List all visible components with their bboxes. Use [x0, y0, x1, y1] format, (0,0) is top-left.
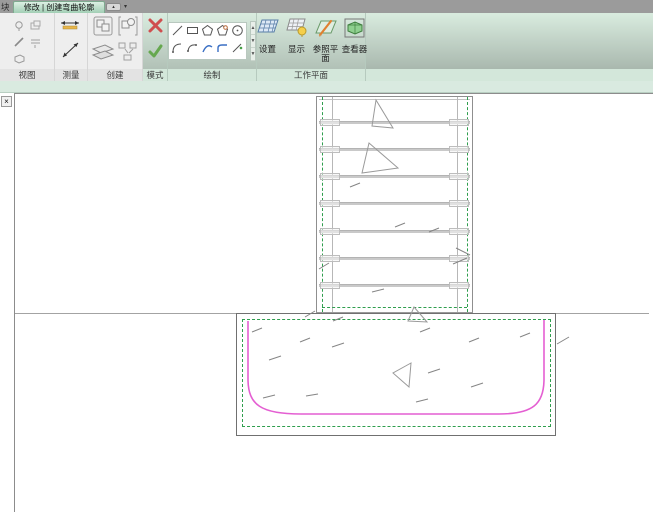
ribbon-tab-bar: 块 修改 | 创建弯曲轮廓 ▴ ▾ — [0, 0, 653, 13]
floor-band — [319, 284, 470, 287]
draw-fillet-arc-icon[interactable] — [216, 41, 229, 59]
ribbon: 视图 测量 — [0, 13, 653, 81]
drawing-canvas[interactable] — [14, 93, 653, 512]
draw-circle-icon[interactable] — [231, 24, 244, 42]
create-parts-icon[interactable] — [91, 41, 115, 68]
canvas-left-strip: × — [0, 93, 14, 518]
linework-pencil-icon[interactable] — [13, 36, 26, 47]
floor-band — [319, 121, 470, 124]
panel-label-draw: 绘制 — [168, 69, 256, 81]
create-similar-icon[interactable] — [117, 15, 139, 42]
reference-plane-icon — [314, 17, 338, 44]
cancel-sketch-icon[interactable] — [147, 17, 164, 39]
panel-label-measure: 测量 — [55, 69, 87, 81]
draw-tools-gallery — [168, 22, 247, 60]
panel-view: 视图 — [0, 13, 55, 81]
workplane-viewer-label: 查看器 — [342, 45, 368, 54]
draw-circumscribed-polygon-icon[interactable] — [216, 24, 229, 42]
panel-mode: 模式 — [143, 13, 168, 81]
draw-center-ends-arc-icon[interactable] — [186, 41, 199, 59]
set-workplane-icon — [256, 17, 280, 44]
workplane-refplane-label: 参照平面 — [313, 45, 339, 64]
draw-inscribed-polygon-icon[interactable] — [201, 24, 214, 42]
close-view-button[interactable]: × — [1, 96, 12, 107]
panel-measure: 测量 — [55, 13, 88, 81]
floor-band — [319, 148, 470, 151]
draw-tangent-arc-icon[interactable] — [201, 41, 214, 59]
hide-elements-icon[interactable] — [29, 20, 42, 31]
floor-band — [319, 175, 470, 178]
panel-draw: ▲ ▼ ▼ 绘制 — [168, 13, 257, 81]
create-group-icon[interactable] — [92, 15, 114, 42]
tab-modify-create-profile[interactable]: 修改 | 创建弯曲轮廓 — [13, 1, 105, 13]
workplane-show-button[interactable]: 显示 — [284, 17, 310, 54]
workplane-viewer-button[interactable]: 查看器 — [342, 17, 368, 54]
lightbulb-icon[interactable] — [13, 20, 26, 31]
create-assembly-icon[interactable] — [116, 41, 140, 68]
floor-band — [319, 257, 470, 260]
viewer-icon — [343, 17, 367, 44]
app-window: 块 修改 | 创建弯曲轮廓 ▴ ▾ — [0, 0, 653, 518]
panel-label-workplane: 工作平面 — [257, 69, 365, 81]
sketch-tick — [557, 337, 569, 344]
aligned-dimension-icon[interactable] — [59, 18, 83, 36]
floor-band — [319, 230, 470, 233]
panel-label-create: 创建 — [88, 69, 142, 81]
elevation-view-shape — [316, 96, 473, 313]
workplane-set-button[interactable]: 设置 — [255, 17, 281, 54]
profile-sketch-rect — [236, 313, 556, 436]
draw-rectangle-icon[interactable] — [186, 24, 199, 42]
ribbon-empty-area — [366, 13, 653, 81]
workplane-show-label: 显示 — [284, 45, 310, 54]
ribbon-minimize-dropdown-icon[interactable]: ▾ — [124, 3, 127, 11]
finish-sketch-icon[interactable] — [147, 43, 164, 65]
draw-line-icon[interactable] — [171, 24, 184, 42]
boundary-dashed-bottom — [322, 307, 467, 308]
floor-band — [319, 202, 470, 205]
cut-profile-icon[interactable] — [29, 36, 42, 47]
panel-label-view: 视图 — [0, 69, 54, 81]
draw-start-end-radius-arc-icon[interactable] — [171, 41, 184, 59]
boundary-dashed-rect — [242, 319, 551, 427]
ribbon-minimize-button[interactable]: ▴ — [106, 3, 121, 11]
pick-lines-icon[interactable] — [231, 41, 244, 59]
previous-tab-partial[interactable]: 块 — [1, 1, 10, 13]
panel-workplane: 设置 显示 参照平面 查看器 工作平面 — [257, 13, 366, 81]
show-workplane-icon — [285, 17, 309, 44]
elevation-top-edge — [319, 99, 470, 100]
options-bar — [0, 81, 653, 93]
workplane-refplane-button[interactable]: 参照平面 — [313, 17, 339, 64]
workplane-set-label: 设置 — [255, 45, 281, 54]
panel-create: 创建 — [88, 13, 143, 81]
angular-dimension-icon[interactable] — [59, 40, 83, 65]
view-box-icon[interactable] — [13, 52, 26, 63]
panel-label-mode: 模式 — [143, 69, 167, 81]
